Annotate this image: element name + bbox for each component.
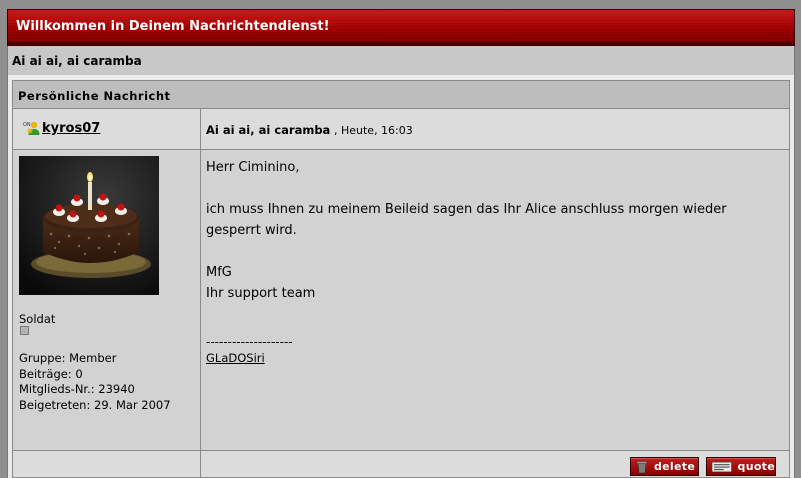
quote-label: quote	[737, 460, 775, 473]
author-member-number: Mitglieds-Nr.: 23940	[19, 382, 135, 396]
message-body: Herr Ciminino, ich muss Ihnen zu meinem …	[206, 157, 727, 304]
author-header-cell: ON kyros07	[13, 109, 201, 150]
author-group: Gruppe: Member	[19, 351, 117, 365]
online-user-icon: ON	[23, 121, 40, 135]
message-body-cell: Herr Ciminino, ich muss Ihnen zu meinem …	[201, 150, 789, 451]
signature-separator: --------------------	[206, 335, 293, 349]
rank-indicator	[20, 326, 29, 335]
footer-left-cell	[13, 451, 201, 477]
author-details: Gruppe: Member Beiträge: 0 Mitglieds-Nr.…	[19, 351, 171, 413]
message-subject: Ai ai ai, ai caramba	[206, 123, 331, 137]
subject-header-cell: Ai ai ai, ai caramba , Heute, 16:03	[201, 109, 789, 150]
message-greeting: Herr Ciminino,	[206, 160, 300, 175]
app-banner: Willkommen in Deinem Nachrichtendienst!	[7, 9, 795, 46]
delete-button[interactable]: delete	[630, 457, 699, 476]
message-line: ich muss Ihnen zu meinem Beileid sagen d…	[206, 202, 727, 217]
page-title: Ai ai ai, ai caramba	[7, 46, 795, 75]
message-grid: ON kyros07 Ai ai ai, ai caramba , Heute,…	[13, 109, 789, 477]
author-username-link[interactable]: kyros07	[42, 121, 100, 136]
author-info-cell: Soldat Gruppe: Member Beiträge: 0 Mitgli…	[13, 150, 201, 451]
page-title-text: Ai ai ai, ai caramba	[12, 54, 142, 68]
signature-link[interactable]: GLaDOSiri	[206, 351, 265, 365]
message-box-title: Persönliche Nachricht	[13, 81, 789, 109]
quote-icon	[711, 461, 732, 472]
message-box: Persönliche Nachricht ON kyros07 Ai ai a…	[12, 80, 790, 478]
footer-actions-cell: delete quote	[201, 451, 789, 477]
author-joined: Beigetreten: 29. Mar 2007	[19, 397, 171, 412]
avatar	[19, 156, 159, 295]
subject-line: Ai ai ai, ai caramba , Heute, 16:03	[206, 123, 413, 137]
message-team: Ihr support team	[206, 286, 316, 301]
trash-icon	[636, 460, 648, 473]
message-line: gesperrt wird.	[206, 223, 297, 238]
svg-text:ON: ON	[23, 122, 31, 128]
delete-label: delete	[654, 460, 696, 473]
author-rank: Soldat	[19, 312, 56, 326]
banner-title: Willkommen in Deinem Nachrichtendienst!	[16, 19, 330, 34]
author-posts: Beiträge: 0	[19, 366, 83, 381]
message-date: , Heute, 16:03	[333, 124, 413, 137]
quote-button[interactable]: quote	[706, 457, 776, 476]
message-panel: Persönliche Nachricht ON kyros07 Ai ai a…	[7, 75, 795, 478]
message-closing: MfG	[206, 265, 232, 280]
